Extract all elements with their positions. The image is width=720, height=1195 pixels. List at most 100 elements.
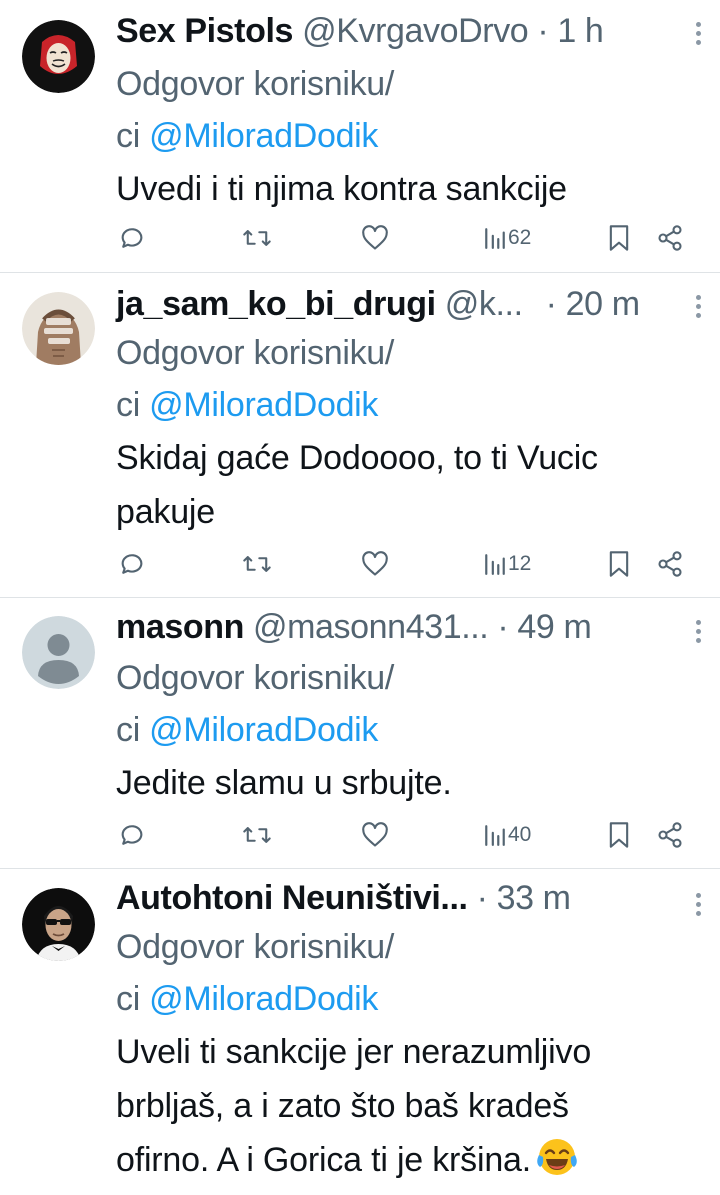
reply-prefix: Odgovor korisniku/ (116, 928, 395, 966)
display-name[interactable]: ja_sam_ko_bi_drugi (116, 285, 436, 323)
tweet-text-line: brbljaš, a i zato što baš kradeš (116, 1087, 569, 1125)
separator-dot: · (537, 12, 549, 50)
reply-icon (121, 825, 143, 845)
bookmark-button[interactable] (608, 815, 630, 855)
views-icon (485, 228, 505, 249)
timestamp[interactable]: 49 m (517, 608, 591, 646)
share-button[interactable] (656, 544, 684, 584)
bookmark-icon (609, 551, 629, 577)
man-sunglasses-icon (22, 888, 95, 961)
like-button[interactable] (361, 815, 389, 855)
tweet-text: Jedite slamu u srbujte. (116, 756, 702, 810)
timestamp[interactable]: 33 m (497, 879, 571, 917)
reply-prefix-cont: ci (116, 980, 150, 1018)
retweet-button[interactable] (242, 218, 272, 258)
tweet-text-line: pakuje (116, 493, 215, 531)
more-options-icon[interactable] (696, 295, 702, 322)
display-name[interactable]: Sex Pistols (116, 12, 293, 50)
views-button[interactable]: 62 (484, 218, 531, 258)
heart-icon (362, 551, 388, 576)
avatar[interactable] (22, 888, 95, 961)
mention-link[interactable]: @MiloradDodik (149, 386, 378, 424)
action-bar: 40 (0, 815, 720, 855)
display-name[interactable]: masonn (116, 608, 244, 646)
share-button[interactable] (656, 218, 684, 258)
tweet-text-line: Jedite slamu u srbujte. (116, 764, 452, 802)
views-icon (485, 554, 505, 575)
like-button[interactable] (361, 218, 389, 258)
tweet-1[interactable]: Sex Pistols @KvrgavoDrvo · 1 h Odgovor k… (0, 0, 720, 272)
mention-link[interactable]: @MiloradDodik (149, 117, 378, 155)
retweet-icon (243, 556, 271, 572)
reply-button[interactable] (118, 544, 146, 584)
action-bar: 62 (0, 218, 720, 258)
money-heist-mask-icon (22, 20, 95, 93)
views-button[interactable]: 12 (484, 544, 531, 584)
reply-context: Odgovor korisniku/ ci @MiloradDodik (116, 327, 702, 431)
face-with-tears-of-joy-icon (535, 1135, 579, 1179)
tweet-text: Uvedi i ti njima kontra sankcije (116, 162, 702, 216)
torso-photo-icon (22, 292, 95, 365)
reply-prefix: Odgovor korisniku/ (116, 65, 395, 103)
reply-button[interactable] (118, 218, 146, 258)
reply-prefix: Odgovor korisniku/ (116, 334, 395, 372)
user-handle[interactable]: @k... (445, 285, 523, 323)
retweet-button[interactable] (242, 815, 272, 855)
user-handle[interactable]: @KvrgavoDrvo (302, 12, 529, 50)
mention-link[interactable]: @MiloradDodik (149, 980, 378, 1018)
bookmark-button[interactable] (608, 544, 630, 584)
views-button[interactable]: 40 (484, 815, 531, 855)
default-user-icon (22, 616, 95, 689)
retweet-button[interactable] (242, 544, 272, 584)
views-count: 12 (508, 552, 532, 575)
views-count: 40 (508, 823, 532, 846)
reply-context: Odgovor korisniku/ ci @MiloradDodik (116, 58, 702, 162)
views-icon (485, 825, 505, 846)
reply-prefix-cont: ci (116, 117, 150, 155)
more-options-icon[interactable] (696, 620, 702, 647)
timestamp[interactable]: 1 h (557, 12, 603, 50)
tweet-text-line: Uvedi i ti njima kontra sankcije (116, 170, 567, 208)
bookmark-icon (609, 225, 629, 251)
more-options-icon[interactable] (696, 893, 702, 920)
reply-context: Odgovor korisniku/ ci @MiloradDodik (116, 921, 702, 1025)
share-button[interactable] (656, 815, 684, 855)
user-handle[interactable]: @masonn431... (253, 608, 489, 646)
separator-dot: · (545, 285, 557, 323)
reply-button[interactable] (118, 815, 146, 855)
tweet-text: Skidaj gaće Dodoooo, to ti Vucic pakuje (116, 431, 702, 539)
reply-icon (121, 228, 143, 248)
tweet-header: Autohtoni Neuništivi... · 33 m (116, 875, 702, 921)
like-button[interactable] (361, 544, 389, 584)
tweet-header: Sex Pistols @KvrgavoDrvo · 1 h (116, 8, 702, 54)
tweet-3[interactable]: masonn @masonn431... · 49 m Odgovor kori… (0, 598, 720, 868)
bookmark-button[interactable] (608, 218, 630, 258)
share-icon (658, 822, 682, 848)
action-bar: 12 (0, 544, 720, 584)
retweet-icon (243, 827, 271, 843)
mention-link[interactable]: @MiloradDodik (149, 711, 378, 749)
tweet-text-line: Skidaj gaće Dodoooo, to ti Vucic (116, 439, 598, 477)
avatar[interactable] (22, 616, 95, 689)
avatar[interactable] (22, 292, 95, 365)
tweet-text-line: ofirno. A i Gorica ti je kršina. (116, 1141, 531, 1179)
timestamp[interactable]: 20 m (566, 285, 640, 323)
tweet-4[interactable]: Autohtoni Neuništivi... · 33 m Odgovor k… (0, 869, 720, 1191)
tweet-2[interactable]: ja_sam_ko_bi_drugi @k... · 20 m Odgovor … (0, 273, 720, 597)
tweet-header: masonn @masonn431... · 49 m (116, 604, 702, 650)
views-count: 62 (508, 226, 532, 249)
tweet-header: ja_sam_ko_bi_drugi @k... · 20 m (116, 281, 702, 327)
reply-prefix-cont: ci (116, 386, 150, 424)
share-icon (658, 225, 682, 251)
heart-icon (362, 822, 388, 847)
display-name[interactable]: Autohtoni Neuništivi... (116, 879, 468, 917)
avatar[interactable] (22, 20, 95, 93)
bookmark-icon (609, 822, 629, 848)
reply-prefix: Odgovor korisniku/ (116, 659, 395, 697)
more-options-icon[interactable] (696, 22, 702, 49)
reply-icon (121, 554, 143, 574)
tweet-text-line: Uveli ti sankcije jer nerazumljivo (116, 1033, 592, 1071)
reply-prefix-cont: ci (116, 711, 150, 749)
separator-dot: · (497, 608, 509, 646)
separator-dot: · (476, 879, 488, 917)
